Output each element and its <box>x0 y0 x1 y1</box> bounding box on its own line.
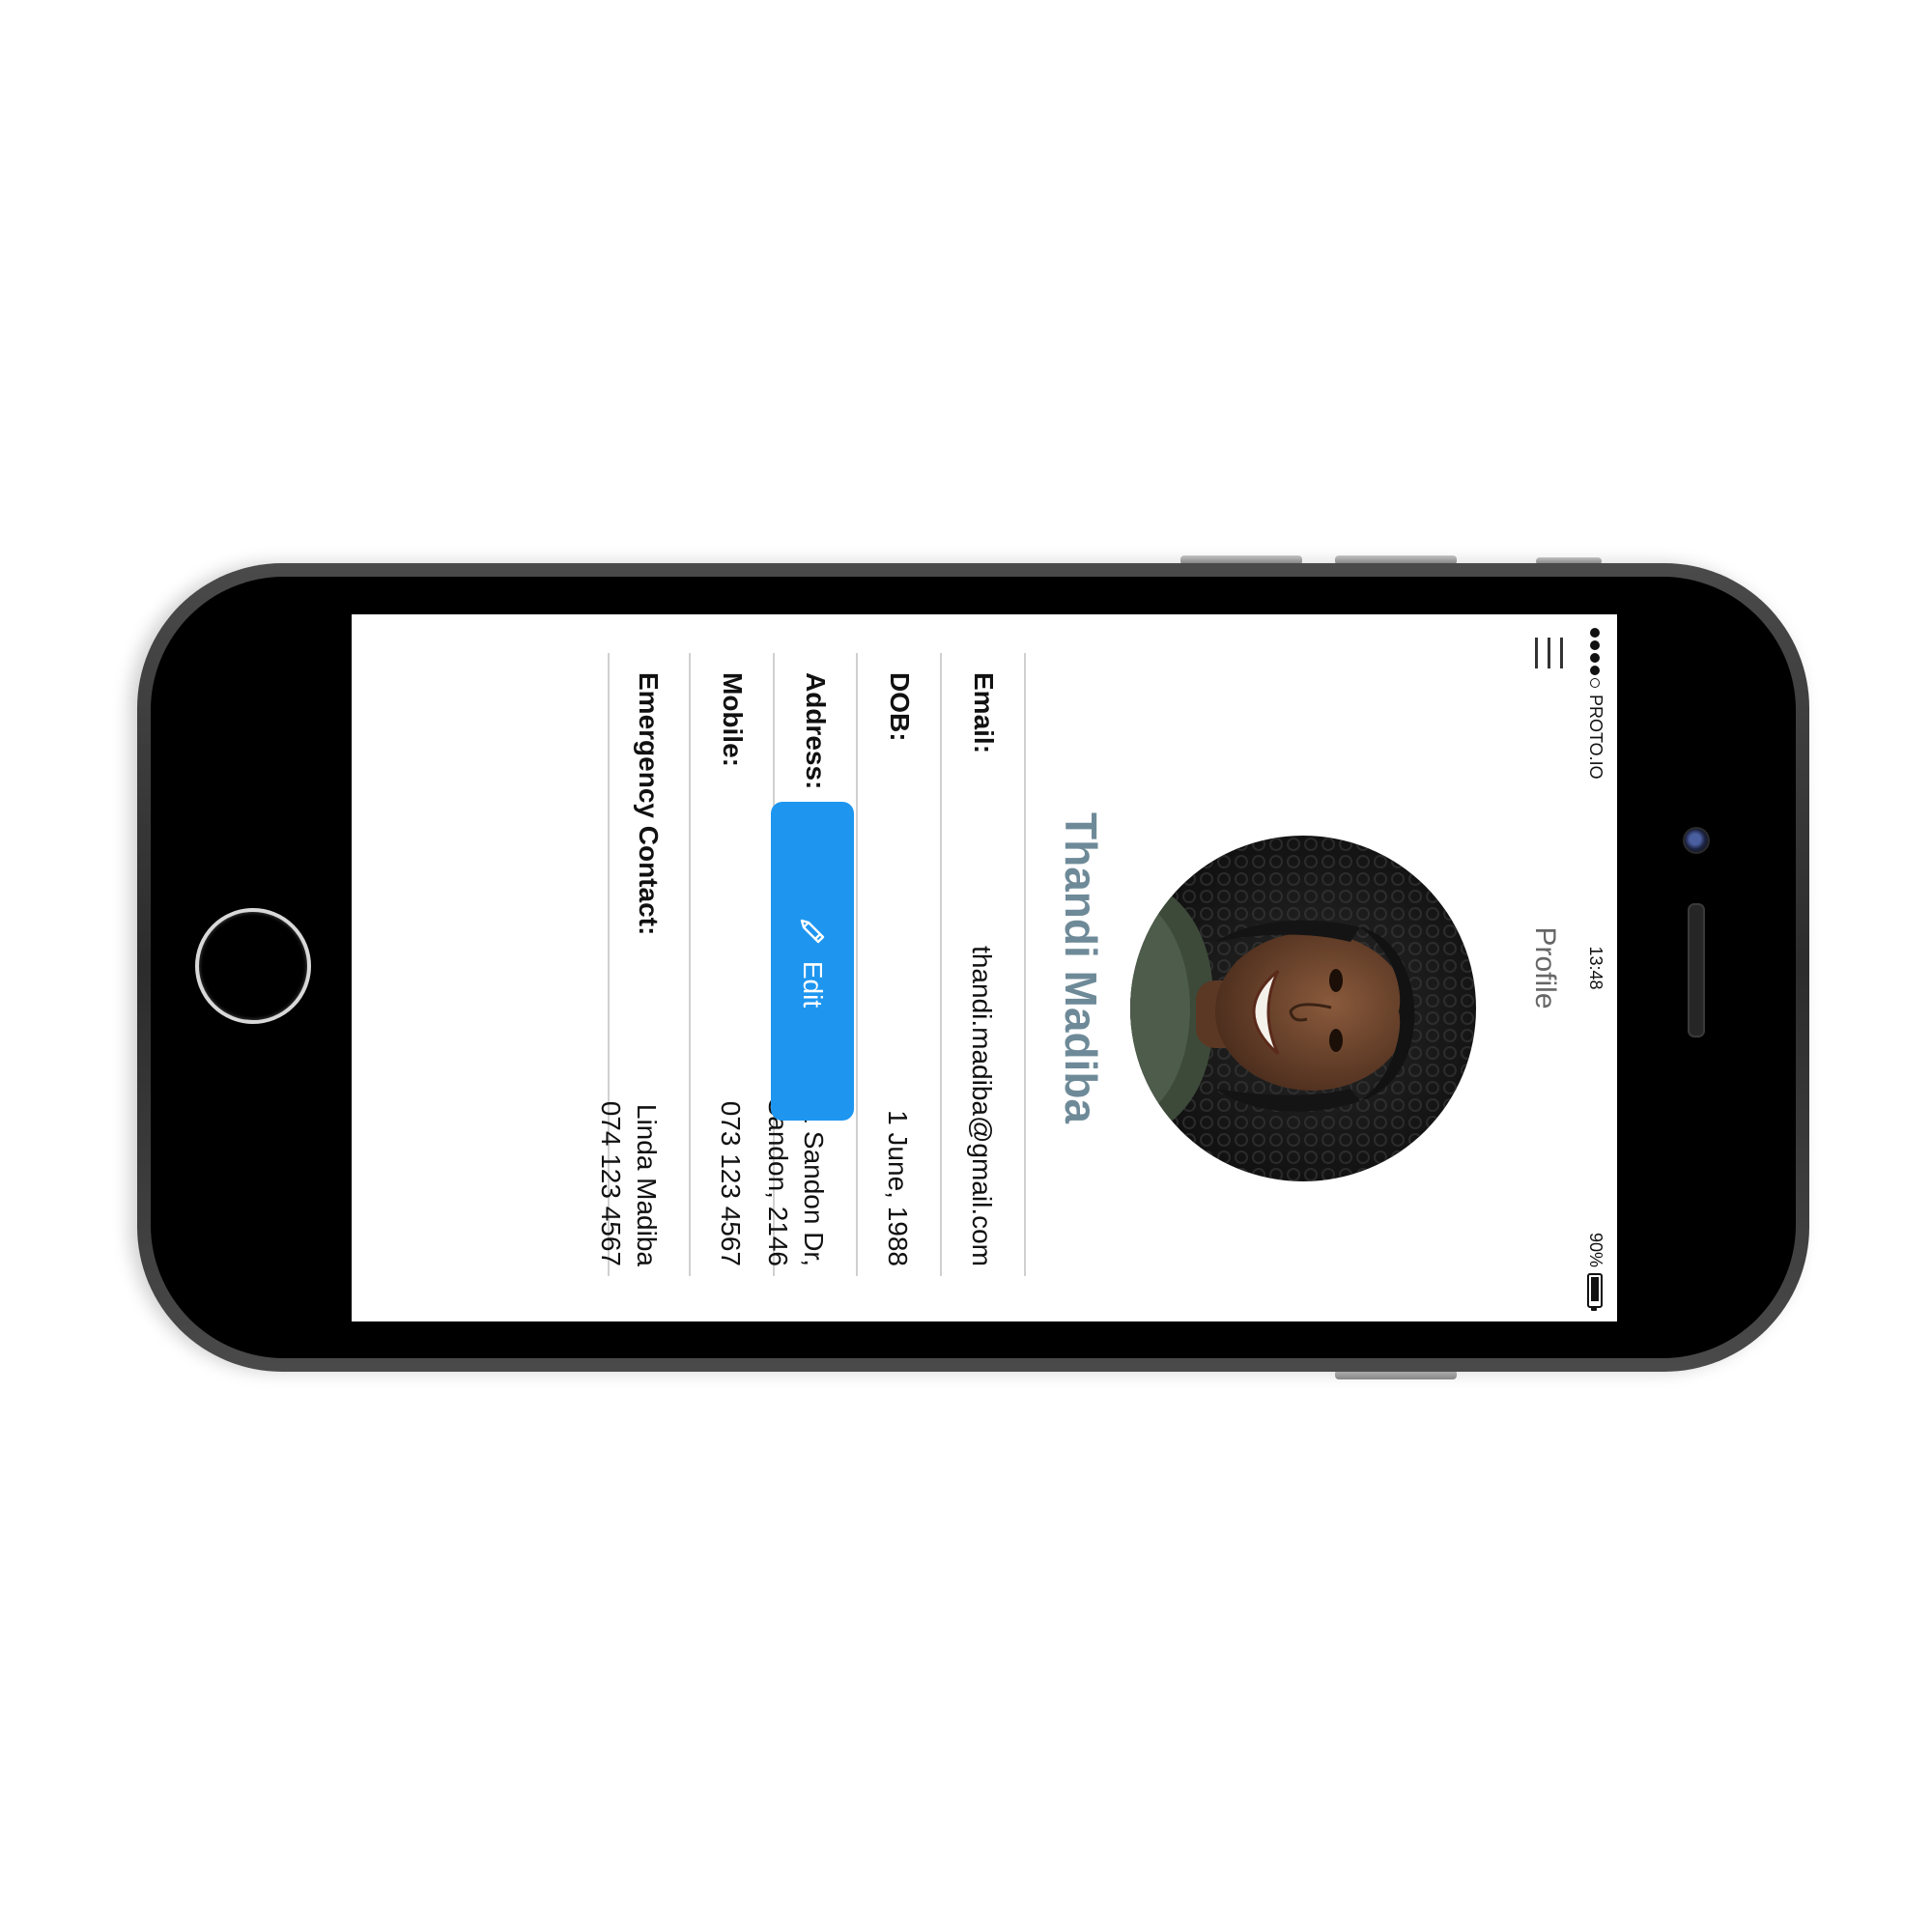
emergency-contact-name: Linda Madiba <box>632 1103 662 1266</box>
battery-icon <box>1587 1273 1604 1308</box>
phone-screen: PROTO.IO 13:48 90% Profile Thandi Madiba… <box>352 614 1617 1321</box>
status-time: 13:48 <box>1586 946 1605 990</box>
email-row: Email: thandi.madiba@gmail.com <box>942 653 1026 1276</box>
home-button[interactable] <box>195 908 311 1024</box>
emergency-contact-label: Emergency Contact: <box>634 672 664 936</box>
avatar <box>1130 836 1476 1181</box>
emergency-contact-phone: 074 123 4567 <box>596 1100 627 1266</box>
page-title: Profile <box>1529 926 1561 1009</box>
earpiece-speaker <box>1688 903 1705 1037</box>
address-line-2: Sandon, 2146 <box>763 1097 794 1266</box>
battery-indicator: 90% <box>1585 1233 1605 1308</box>
mobile-label: Mobile: <box>718 672 748 767</box>
dob-value: 1 June, 1988 <box>883 1110 913 1266</box>
edit-button[interactable]: Edit <box>771 802 854 1121</box>
emergency-contact-value: Linda Madiba 074 123 4567 <box>592 1101 664 1266</box>
profile-name: Thandi Madiba <box>1056 812 1106 1123</box>
battery-percent: 90% <box>1586 1232 1605 1267</box>
address-line-1: 1 Sandon Dr, <box>799 1108 829 1266</box>
address-label: Address: <box>801 672 831 790</box>
emergency-contact-row: Emergency Contact: Linda Madiba 074 123 … <box>596 653 691 1276</box>
dob-label: DOB: <box>885 672 915 742</box>
profile-photo <box>1130 836 1476 1181</box>
email-value: thandi.madiba@gmail.com <box>967 946 997 1266</box>
status-bar: PROTO.IO 13:48 90% <box>1575 614 1617 1321</box>
nav-bar: Profile <box>1517 614 1575 1321</box>
address-value: 1 Sandon Dr, Sandon, 2146 <box>759 1098 831 1266</box>
pencil-icon <box>800 919 825 944</box>
battery-fill <box>1591 1277 1600 1302</box>
edit-button-label: Edit <box>798 960 828 1009</box>
dob-row: DOB: 1 June, 1988 <box>858 653 942 1276</box>
profile-app: PROTO.IO 13:48 90% Profile Thandi Madiba… <box>352 614 1617 1321</box>
mobile-value: 073 123 4567 <box>716 1100 746 1266</box>
email-label: Email: <box>969 672 999 754</box>
front-camera <box>1683 827 1710 854</box>
